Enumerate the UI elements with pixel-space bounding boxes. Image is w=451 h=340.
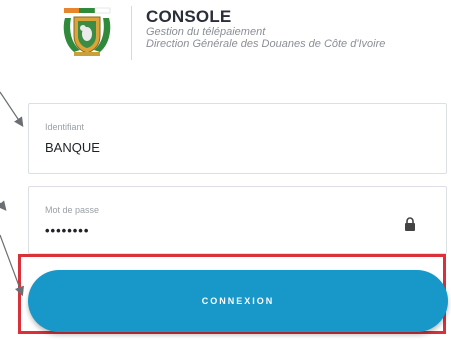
annotation-arrow [0,200,7,211]
password-label: Mot de passe [45,205,100,215]
app-subtitle-line1: Gestion du télépaiement [146,26,266,38]
coat-of-arms-logo [63,7,111,56]
annotation-arrow [0,91,24,127]
header-divider [131,6,132,60]
app-header: CONSOLE Gestion du télépaiement Directio… [60,2,450,62]
connexion-button[interactable]: CONNEXION [28,270,448,332]
lock-icon [405,217,415,231]
header-titles: CONSOLE Gestion du télépaiement Directio… [146,7,386,51]
password-input[interactable]: •••••••• [45,223,89,238]
identifier-label: Identifiant [45,122,85,132]
identifier-field[interactable]: Identifiant BANQUE [28,103,447,174]
identifier-input[interactable]: BANQUE [45,140,100,155]
app-subtitle-line2: Direction Générale des Douanes de Côte d… [146,38,386,50]
app-title: CONSOLE [146,7,232,26]
password-field[interactable]: Mot de passe •••••••• [28,186,447,254]
